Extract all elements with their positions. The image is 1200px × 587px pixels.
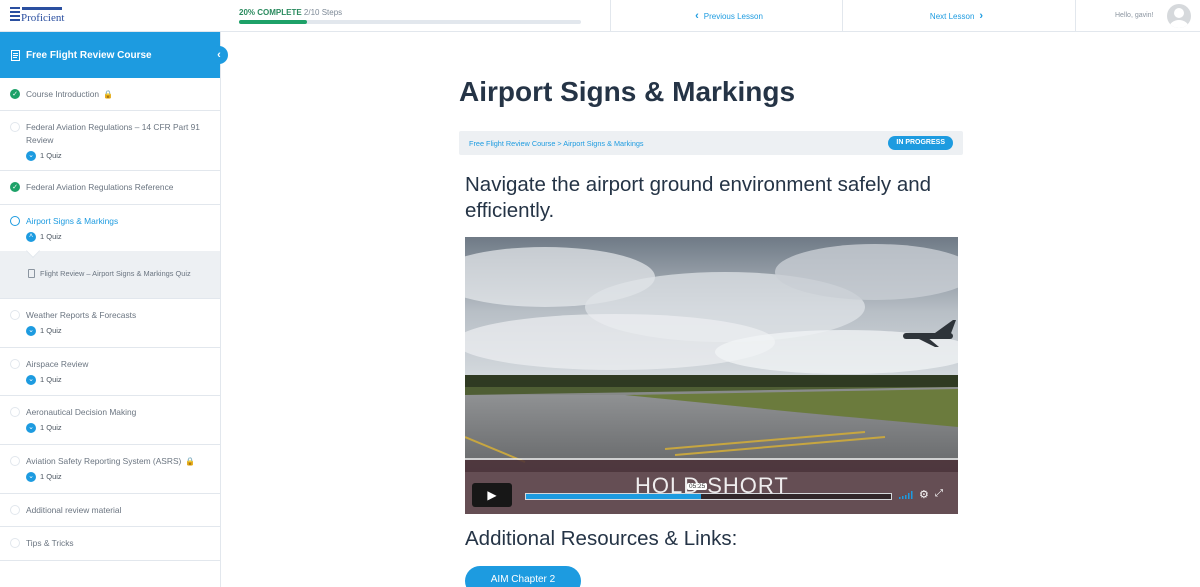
lock-icon: 🔒 [103, 90, 114, 99]
previous-lesson-label: Previous Lesson [703, 11, 763, 21]
sidebar-item-label: Course Introduction [26, 89, 100, 99]
sidebar-item-additional-review[interactable]: Additional review material [0, 494, 220, 527]
previous-lesson-button[interactable]: ‹ Previous Lesson [610, 0, 842, 32]
lock-icon: 🔒 [185, 457, 196, 466]
chevron-left-icon: ‹ [217, 49, 221, 61]
sidebar-item-label: Tips & Tricks [26, 538, 74, 548]
logo-text: Proficient [21, 12, 65, 24]
quiz-toggle[interactable]: ⌄ 1 Quiz [26, 373, 210, 386]
incomplete-circle-icon [10, 538, 20, 548]
top-bar: Proficient 20% COMPLETE 2/10 Steps ‹ Pre… [0, 0, 1200, 32]
sidebar-item-label: Federal Aviation Regulations – 14 CFR Pa… [26, 122, 200, 145]
quiz-count: 1 Quiz [40, 151, 62, 160]
quiz-toggle[interactable]: ⌄ 1 Quiz [26, 149, 210, 162]
progress-percent: 20% COMPLETE [239, 8, 302, 17]
sidebar-item-adm[interactable]: Aeronautical Decision Making ⌄ 1 Quiz [0, 396, 220, 445]
sidebar-subitem-label: Flight Review – Airport Signs & Markings… [40, 269, 191, 278]
sidebar-item-far-reference[interactable]: ✓ Federal Aviation Regulations Reference [0, 171, 220, 205]
play-icon: ▶ [487, 488, 497, 502]
incomplete-circle-icon [10, 359, 20, 369]
status-badge: IN PROGRESS [888, 136, 953, 150]
aim-chapter-2-button[interactable]: AIM Chapter 2 [465, 566, 581, 587]
quiz-count: 1 Quiz [40, 232, 62, 241]
chevron-down-icon: ⌄ [26, 150, 36, 161]
chevron-down-icon: ⌄ [26, 325, 36, 336]
avatar[interactable] [1167, 4, 1191, 28]
sidebar-item-label: Aviation Safety Reporting System (ASRS) [26, 456, 182, 466]
progress-bar-fill [239, 20, 308, 24]
sidebar-item-label: Airport Signs & Markings [26, 216, 119, 226]
play-button[interactable]: ▶ [472, 483, 512, 507]
video-scrubber[interactable] [525, 493, 892, 500]
user-menu[interactable]: Hello, gavin! [1075, 0, 1200, 32]
sidebar-subitem-quiz[interactable]: Flight Review – Airport Signs & Markings… [0, 243, 220, 299]
chevron-right-icon: › [979, 10, 984, 22]
sidebar-course-title: Free Flight Review Course [26, 49, 152, 61]
quiz-toggle[interactable]: ˄ 1 Quiz [26, 230, 210, 243]
sidebar-item-far-part-91[interactable]: Federal Aviation Regulations – 14 CFR Pa… [0, 111, 220, 171]
sidebar-item-label: Weather Reports & Forecasts [26, 310, 137, 320]
quiz-count: 1 Quiz [40, 423, 62, 432]
sidebar-item-weather[interactable]: Weather Reports & Forecasts ⌄ 1 Quiz [0, 299, 220, 348]
incomplete-circle-icon [10, 456, 20, 466]
document-icon [11, 49, 20, 61]
sidebar-item-label: Additional review material [26, 505, 122, 515]
sidebar-item-course-introduction[interactable]: ✓ Course Introduction 🔒 [0, 78, 220, 111]
chevron-up-icon: ˄ [26, 231, 36, 242]
incomplete-circle-icon [10, 505, 20, 515]
course-progress: 20% COMPLETE 2/10 Steps [239, 8, 581, 24]
video-played-fill [526, 494, 702, 499]
sidebar-item-label: Airspace Review [26, 359, 89, 369]
progress-steps: 2/10 Steps [303, 8, 343, 17]
quiz-toggle[interactable]: ⌄ 1 Quiz [26, 324, 210, 337]
video-player[interactable]: HOLD SHORT ▶ 05:25 ⚙ ⤢ [465, 237, 958, 514]
chevron-down-icon: ⌄ [26, 374, 36, 385]
completed-check-icon: ✓ [10, 89, 20, 99]
sidebar-header[interactable]: Free Flight Review Course ‹ [0, 32, 228, 78]
quiz-toggle[interactable]: ⌄ 1 Quiz [26, 470, 210, 483]
quiz-count: 1 Quiz [40, 326, 62, 335]
completed-check-icon: ✓ [10, 182, 20, 192]
breadcrumb[interactable]: Free Flight Review Course > Airport Sign… [469, 139, 644, 148]
course-sidebar: Free Flight Review Course ‹ ✓ Course Int… [0, 32, 228, 587]
video-time-tooltip: 05:25 [687, 483, 708, 490]
fullscreen-icon[interactable]: ⤢ [935, 488, 943, 499]
video-controls: ▶ 05:25 ⚙ ⤢ [465, 479, 958, 514]
page-title: Airport Signs & Markings [459, 76, 796, 107]
breadcrumb-bar: Free Flight Review Course > Airport Sign… [459, 131, 963, 155]
volume-icon[interactable] [899, 491, 913, 499]
quiz-toggle[interactable]: ⌄ 1 Quiz [26, 421, 210, 434]
quiz-count: 1 Quiz [40, 375, 62, 384]
lesson-subtitle: Navigate the airport ground environment … [465, 173, 932, 222]
chevron-down-icon: ⌄ [26, 422, 36, 433]
settings-gear-icon[interactable]: ⚙ [919, 488, 929, 501]
sidebar-item-tips[interactable]: Tips & Tricks [0, 527, 220, 561]
progress-bar [239, 20, 581, 24]
user-greeting: Hello, gavin! [1115, 12, 1154, 19]
proficient-logo[interactable]: Proficient [10, 5, 65, 27]
resources-heading: Additional Resources & Links: [465, 527, 738, 550]
incomplete-circle-icon [10, 407, 20, 417]
quiz-icon [28, 269, 35, 278]
incomplete-circle-icon [10, 122, 20, 132]
sidebar-item-label: Federal Aviation Regulations Reference [26, 182, 174, 192]
in-progress-circle-icon [10, 216, 20, 226]
next-lesson-label: Next Lesson [929, 11, 975, 21]
chevron-down-icon: ⌄ [26, 471, 36, 482]
sidebar-item-label: Aeronautical Decision Making [26, 407, 137, 417]
collapse-sidebar-button[interactable]: ‹ [210, 46, 228, 64]
next-lesson-button[interactable]: Next Lesson › [842, 0, 1075, 32]
sidebar-item-airspace[interactable]: Airspace Review ⌄ 1 Quiz [0, 348, 220, 396]
incomplete-circle-icon [10, 310, 20, 320]
sidebar-item-asrs[interactable]: Aviation Safety Reporting System (ASRS) 🔒… [0, 445, 220, 494]
chevron-left-icon: ‹ [695, 10, 699, 22]
quiz-count: 1 Quiz [40, 472, 62, 481]
